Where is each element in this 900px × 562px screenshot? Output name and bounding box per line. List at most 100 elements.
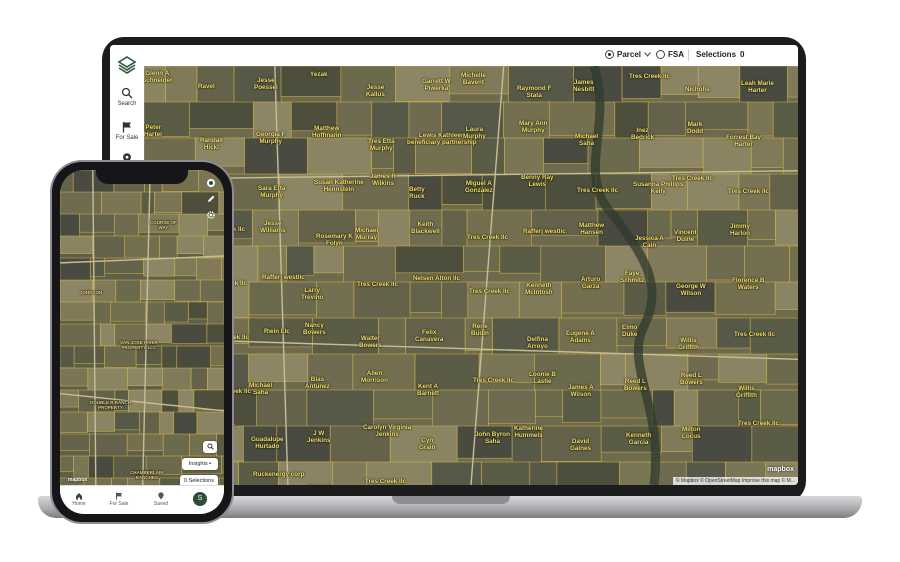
parcel-radio[interactable] [605, 50, 614, 59]
parcel-polygon[interactable] [706, 245, 745, 281]
parcel-polygon[interactable] [114, 411, 140, 431]
gear-icon[interactable] [206, 210, 216, 220]
parcel-polygon[interactable] [206, 301, 224, 325]
parcel-polygon[interactable] [529, 461, 558, 485]
parcel-polygon[interactable] [431, 461, 482, 485]
parcel-polygon[interactable] [206, 323, 224, 344]
parcel-polygon[interactable] [332, 461, 367, 485]
parcel-polygon[interactable] [221, 455, 224, 473]
parcel-polygon[interactable] [73, 345, 105, 364]
parcel-polygon[interactable] [79, 213, 115, 233]
parcel-polygon[interactable] [145, 301, 165, 326]
tab-for-sale[interactable]: For Sale [104, 492, 134, 507]
parcel-polygon[interactable] [126, 433, 164, 452]
parcel-polygon[interactable] [789, 245, 798, 286]
parcel-polygon[interactable] [178, 213, 209, 239]
parcel-polygon[interactable] [432, 389, 489, 430]
parcel-polygon[interactable] [73, 455, 89, 478]
parcel-polygon[interactable] [189, 101, 254, 129]
parcel-polygon[interactable] [199, 279, 224, 303]
parcel-polygon[interactable] [691, 425, 753, 466]
parcel-polygon[interactable] [647, 245, 708, 286]
parcel-map[interactable]: Glenn A Schneider Ravel Jesse Poessel Yezak… [144, 66, 798, 485]
parcel-polygon[interactable] [286, 245, 315, 277]
parcel-polygon[interactable] [174, 257, 197, 277]
parcel-polygon[interactable] [782, 137, 798, 181]
parcel-polygon[interactable] [371, 101, 410, 139]
parcel-polygon[interactable] [110, 301, 147, 322]
parcel-polygon[interactable] [769, 173, 798, 212]
parcel-polygon[interactable] [378, 317, 406, 358]
parcel-polygon[interactable] [60, 301, 95, 321]
parcel-polygon[interactable] [87, 367, 128, 394]
parcel-polygon[interactable] [463, 245, 501, 272]
parcel-polygon[interactable] [774, 281, 798, 310]
layers-icon[interactable] [206, 178, 216, 188]
parcel-polygon[interactable] [499, 245, 542, 274]
parcel-polygon[interactable] [639, 137, 704, 168]
parcel-polygon[interactable] [203, 235, 224, 259]
parcel-polygon[interactable] [162, 433, 190, 460]
parcel-polygon[interactable] [210, 345, 224, 367]
parcel-polygon[interactable] [307, 137, 372, 180]
parcel-polygon[interactable] [377, 209, 410, 252]
parcel-polygon[interactable] [190, 367, 208, 390]
parcel-polygon[interactable] [409, 281, 442, 313]
fsa-radio[interactable] [656, 50, 665, 59]
parcel-polygon[interactable] [60, 455, 74, 472]
parcel-polygon[interactable] [488, 389, 536, 424]
insights-button[interactable]: Insights ▪ [182, 458, 218, 470]
parcel-polygon[interactable] [218, 191, 224, 216]
parcel-polygon[interactable] [188, 301, 208, 320]
parcel-polygon[interactable] [623, 281, 667, 317]
chevron-down-icon[interactable] [644, 52, 651, 57]
parcel-polygon[interactable] [60, 345, 75, 369]
parcel-polygon[interactable] [647, 209, 672, 239]
parcel-polygon[interactable] [336, 101, 373, 136]
parcel-polygon[interactable] [621, 66, 662, 99]
parcel-polygon[interactable] [747, 101, 774, 137]
selections-label[interactable]: Selections [696, 50, 736, 59]
parcel-polygon[interactable] [154, 191, 183, 214]
parcel-polygon[interactable] [787, 66, 798, 98]
parcel-polygon[interactable] [60, 389, 79, 408]
parcel-polygon[interactable] [176, 235, 204, 255]
parcel-polygon[interactable] [548, 101, 616, 137]
parcel-polygon[interactable] [481, 461, 531, 485]
tab-home[interactable]: Home [64, 492, 94, 507]
parcel-polygon[interactable] [178, 389, 195, 416]
parcel-polygon[interactable] [60, 235, 93, 254]
phone-search-button[interactable] [203, 441, 217, 453]
parcel-polygon[interactable] [60, 433, 90, 451]
parcel-polygon[interactable] [747, 209, 776, 240]
parcel-polygon[interactable] [101, 191, 142, 217]
parcel-polygon[interactable] [163, 301, 189, 323]
parcel-polygon[interactable] [313, 245, 344, 274]
parcel-polygon[interactable] [87, 411, 115, 432]
map-attribution[interactable]: © Mapbox © OpenStreetMap Improve this ma… [672, 477, 798, 485]
parcel-polygon[interactable] [174, 279, 201, 302]
pencil-icon[interactable] [206, 194, 216, 204]
parcel-polygon[interactable] [535, 389, 564, 417]
parcel-polygon[interactable] [171, 323, 208, 344]
parcel-polygon[interactable] [140, 279, 175, 300]
sidebar-item-for-sale[interactable]: For Sale [110, 121, 144, 141]
parcel-polygon[interactable] [556, 461, 620, 485]
parcel-polygon[interactable] [343, 245, 396, 284]
parcel-polygon[interactable] [176, 345, 211, 369]
parcel-polygon[interactable] [100, 323, 116, 347]
sidebar-item-search[interactable]: Search [110, 87, 144, 107]
parcel-polygon[interactable] [60, 367, 89, 387]
parcel-polygon[interactable] [124, 235, 160, 260]
parcel-polygon[interactable] [248, 353, 309, 382]
parcel-polygon[interactable] [193, 389, 224, 411]
parcel-polygon[interactable] [441, 209, 468, 253]
parcel-polygon[interactable] [775, 209, 798, 246]
parcel-polygon[interactable] [139, 411, 161, 435]
parcel-polygon[interactable] [60, 411, 88, 433]
parcel-polygon[interactable] [60, 170, 74, 196]
tab-saved[interactable]: Saved [146, 492, 176, 507]
parcel-polygon[interactable] [161, 345, 178, 371]
parcel-polygon[interactable] [395, 245, 464, 274]
avatar[interactable]: S [193, 492, 207, 506]
